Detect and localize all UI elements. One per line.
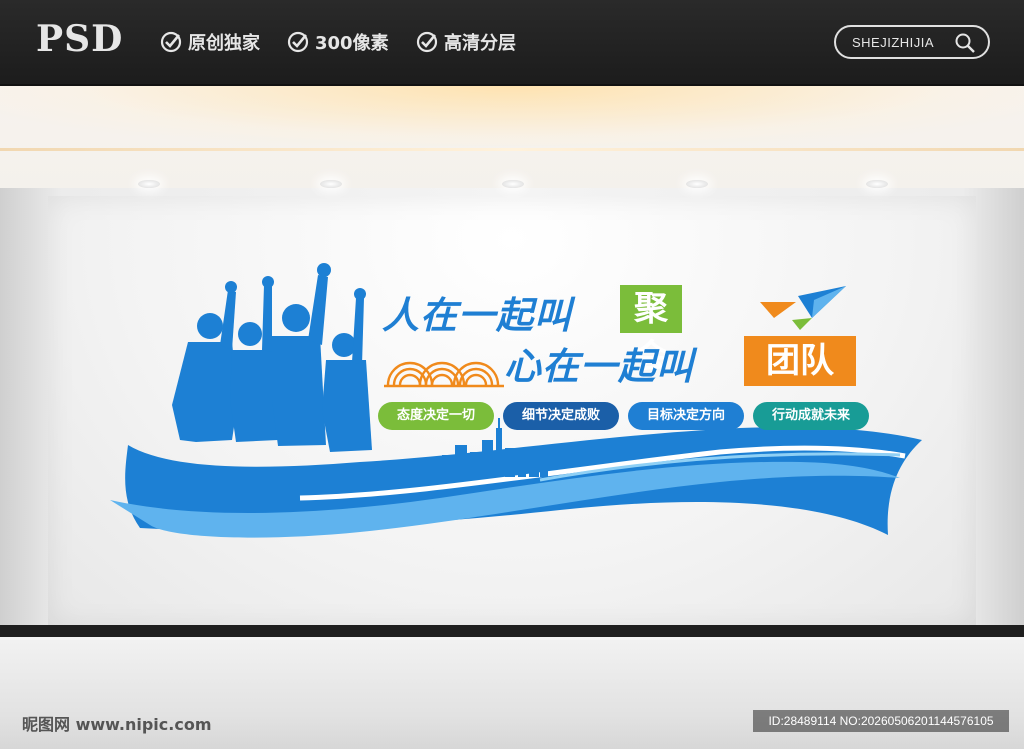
tag-attitude: 态度决定一切 xyxy=(378,402,494,430)
slogan-box-team: 团队 xyxy=(744,336,856,386)
watermark-id: ID:28489114 NO:20260506201144576105 xyxy=(753,710,1009,732)
team-silhouettes xyxy=(172,263,372,452)
slogan-box-gathering: 聚会 xyxy=(620,285,682,377)
slogan-line-2: 心在一起叫 xyxy=(504,345,694,388)
tag-action: 行动成就未来 xyxy=(753,402,869,430)
slogan-box-text: 团队 xyxy=(766,341,834,381)
tag-goal: 目标决定方向 xyxy=(628,402,744,430)
slogan-line-1: 人在一起叫 xyxy=(382,294,572,337)
paper-plane-icons xyxy=(760,286,846,330)
watermark-site: 昵图网 www.nipic.com xyxy=(22,715,212,734)
rainbow-arches xyxy=(384,361,504,388)
tag-details: 细节决定成败 xyxy=(503,402,619,430)
